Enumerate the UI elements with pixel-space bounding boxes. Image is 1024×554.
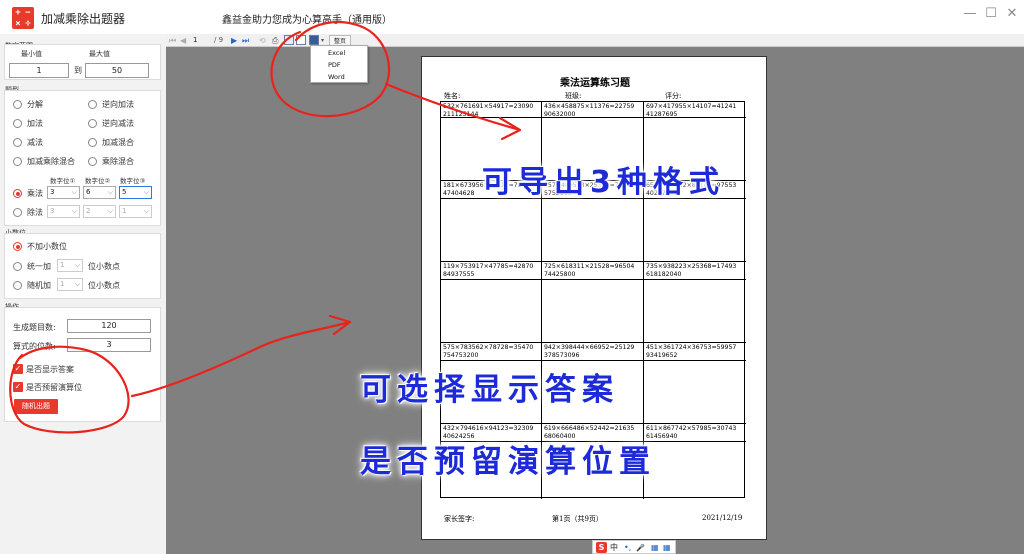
ime-language[interactable]: 中 <box>610 542 618 554</box>
annotation-show-answer: 可选择显示答案 <box>360 372 619 408</box>
microphone-icon[interactable]: 🎤 <box>636 542 645 554</box>
red-circle-export <box>270 20 391 118</box>
ime-toolbar: S 中 •, 🎤 ▦ ▦ <box>592 540 676 554</box>
annotation-export-formats: 可导出3种格式 <box>482 165 725 200</box>
red-arrow-export <box>384 82 522 141</box>
ime-punctuation-icon[interactable]: •, <box>624 542 631 554</box>
keyboard-icon[interactable]: ▦ <box>651 542 659 554</box>
red-circle-options <box>9 345 130 434</box>
annotation-reserve-space: 是否预留演算位置 <box>360 444 656 480</box>
red-arrow-options <box>130 314 352 398</box>
ime-logo-icon[interactable]: S <box>596 542 607 553</box>
grid-menu-icon[interactable]: ▦ <box>663 542 671 554</box>
